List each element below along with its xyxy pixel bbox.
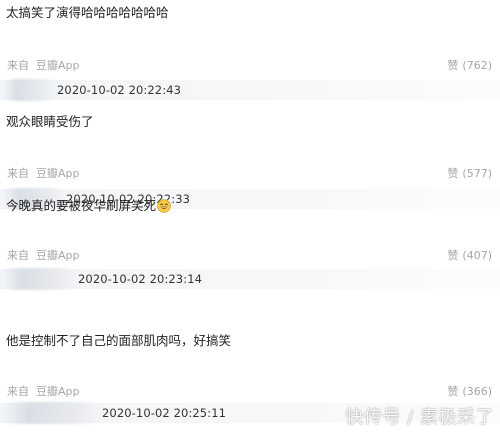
like-button[interactable]: 赞 (577) [447,165,492,181]
comment-text: 他是控制不了自己的面部肌肉吗，好搞笑 [6,333,232,348]
comment-source: 来自 豆瓣App [7,165,80,181]
comment-feed: 太搞笑了演得哈哈哈哈哈哈哈 来自 豆瓣App 赞 (762) 2020-10-02 … [0,0,500,433]
comment-text: 观众眼睛受伤了 [6,114,94,129]
source-app-link[interactable]: 豆瓣App [36,249,80,262]
like-label: 赞 [447,385,459,398]
comment-timestamp: 2020-10-02 20:22:43 [57,83,182,97]
like-label: 赞 [447,249,459,262]
comment-timestamp: 2020-10-02 20:23:14 [78,272,203,286]
username-blur [4,268,76,290]
comment-meta: 来自 豆瓣App 赞 (366) [0,382,500,400]
timestamp-bar: 2020-10-02 20:23:14 [0,268,500,290]
like-button[interactable]: 赞 (407) [447,247,492,263]
comment-item: 太搞笑了演得哈哈哈哈哈哈哈 来自 豆瓣App 赞 (762) 2020-10-02 … [0,5,500,101]
like-count: (762) [462,59,492,72]
source-app-link[interactable]: 豆瓣App [36,167,80,180]
comment-item: 今晚真的要被夜华刷屏笑死 来自 豆瓣App 赞 (407) 2020-10-02 2… [0,198,500,294]
watermark-text: 快传号 / 素极采了 [345,407,494,428]
source-app-link[interactable]: 豆瓣App [36,385,80,398]
comment-meta: 来自 豆瓣App 赞 (577) [0,164,500,182]
comment-meta: 来自 豆瓣App 赞 (407) [0,246,500,264]
laughing-emoji-icon [157,199,171,213]
like-label: 赞 [447,59,459,72]
like-count: (407) [462,249,492,262]
source-label: 来自 [7,385,29,398]
comment-source: 来自 豆瓣App [7,383,80,399]
like-button[interactable]: 赞 (762) [447,57,492,73]
comment-meta: 来自 豆瓣App 赞 (762) [0,56,500,74]
like-count: (366) [462,385,492,398]
comment-source: 来自 豆瓣App [7,247,80,263]
comment-text: 今晚真的要被夜华刷屏笑死 [6,198,171,214]
source-label: 来自 [7,59,29,72]
source-label: 来自 [7,167,29,180]
comment-text-content: 今晚真的要被夜华刷屏笑死 [6,198,157,213]
like-button[interactable]: 赞 (366) [447,383,492,399]
timestamp-bar: 2020-10-02 20:22:43 [0,79,500,101]
comment-timestamp: 2020-10-02 20:25:11 [102,406,227,420]
source-app-link[interactable]: 豆瓣App [36,59,80,72]
comment-item: 观众眼睛受伤了 来自 豆瓣App 赞 (577) 2020-10-02 20:22:… [0,114,500,210]
like-label: 赞 [447,167,459,180]
username-blur [4,79,56,101]
source-label: 来自 [7,249,29,262]
comment-source: 来自 豆瓣App [7,57,80,73]
username-blur [4,402,100,424]
like-count: (577) [462,167,492,180]
comment-text: 太搞笑了演得哈哈哈哈哈哈哈 [6,5,169,20]
